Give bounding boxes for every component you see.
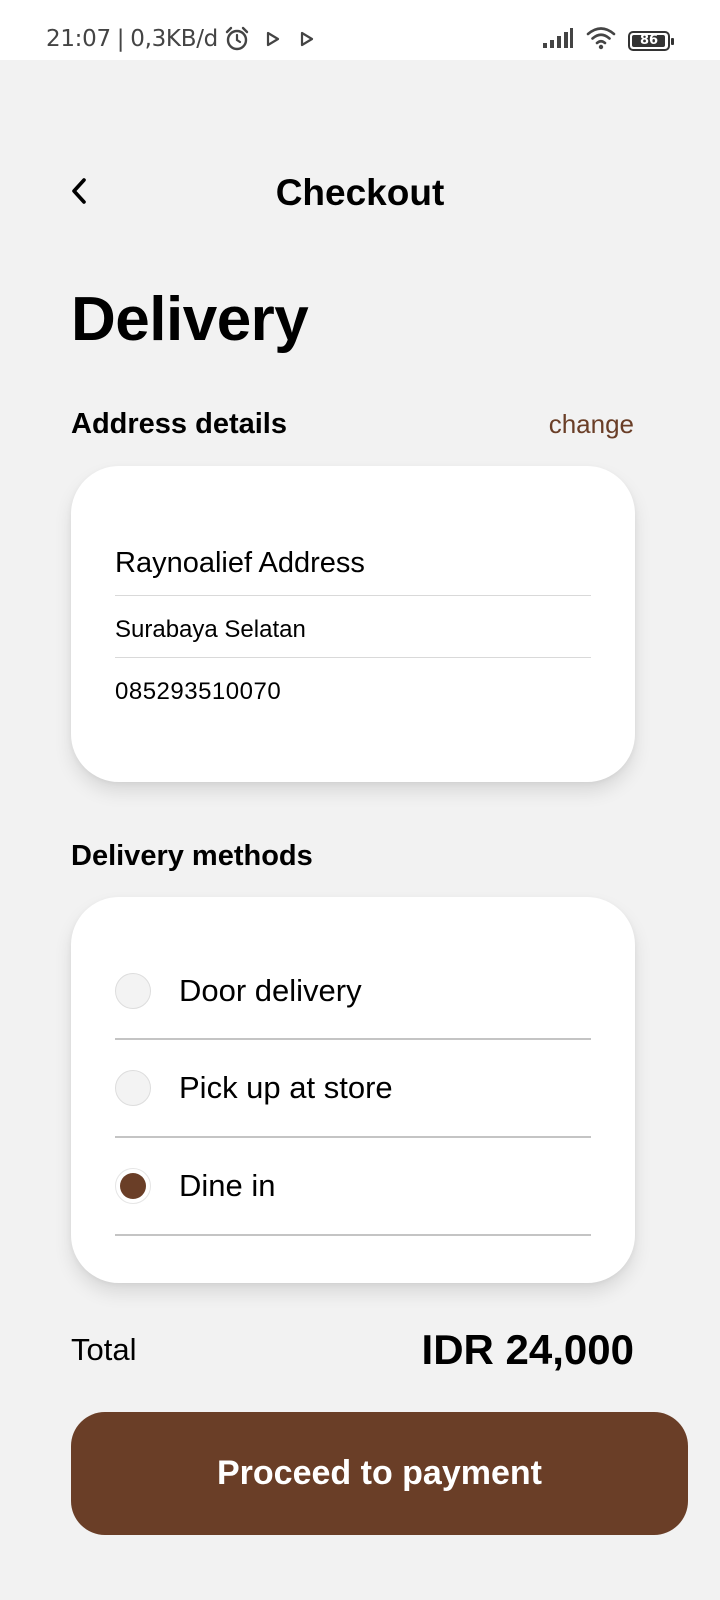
method-label: Pick up at store [179, 1070, 393, 1105]
play-icon [298, 30, 316, 48]
address-header: Address details change [71, 408, 634, 441]
radio-button-selected[interactable] [115, 1168, 151, 1204]
delivery-methods-header: Delivery methods [71, 840, 634, 873]
delivery-methods-card: Door delivery Pick up at store Dine in [71, 897, 635, 1283]
method-door-delivery[interactable]: Door delivery [115, 944, 591, 1040]
proceed-to-payment-button[interactable]: Proceed to payment [71, 1412, 688, 1535]
total-row: Total IDR 24,000 [71, 1326, 634, 1374]
total-label: Total [71, 1332, 137, 1367]
delivery-methods-label: Delivery methods [71, 840, 313, 872]
address-phone: 085293510070 [115, 678, 282, 705]
method-label: Dine in [179, 1168, 276, 1203]
radio-button[interactable] [115, 973, 151, 1009]
method-dine-in[interactable]: Dine in [115, 1138, 591, 1236]
radio-button[interactable] [115, 1070, 151, 1106]
method-pick-up[interactable]: Pick up at store [115, 1040, 591, 1138]
total-value: IDR 24,000 [421, 1326, 634, 1373]
status-data-rate: 0,3KB/d [130, 26, 218, 52]
alarm-icon [224, 26, 250, 52]
delivery-heading: Delivery [71, 285, 309, 354]
change-address-link[interactable]: change [549, 409, 634, 440]
address-name: Raynoalief Address [115, 546, 591, 596]
signal-icon [542, 27, 574, 54]
wifi-icon [586, 26, 616, 55]
status-left: 21:07 | 0,3KB/d [46, 26, 316, 52]
status-time: 21:07 [46, 26, 111, 52]
play-icon [264, 30, 282, 48]
battery-level: 86 [639, 33, 659, 48]
address-details-label: Address details [71, 408, 287, 440]
address-area: Surabaya Selatan [115, 596, 591, 658]
page-title: Checkout [275, 172, 445, 213]
method-label: Door delivery [179, 973, 362, 1008]
battery-icon: 86 [628, 30, 674, 51]
status-separator: | [116, 26, 125, 52]
address-card: Raynoalief Address Surabaya Selatan 0852… [71, 466, 635, 782]
status-right: 86 [542, 26, 674, 55]
status-bar: 21:07 | 0,3KB/d 86 [0, 0, 720, 60]
